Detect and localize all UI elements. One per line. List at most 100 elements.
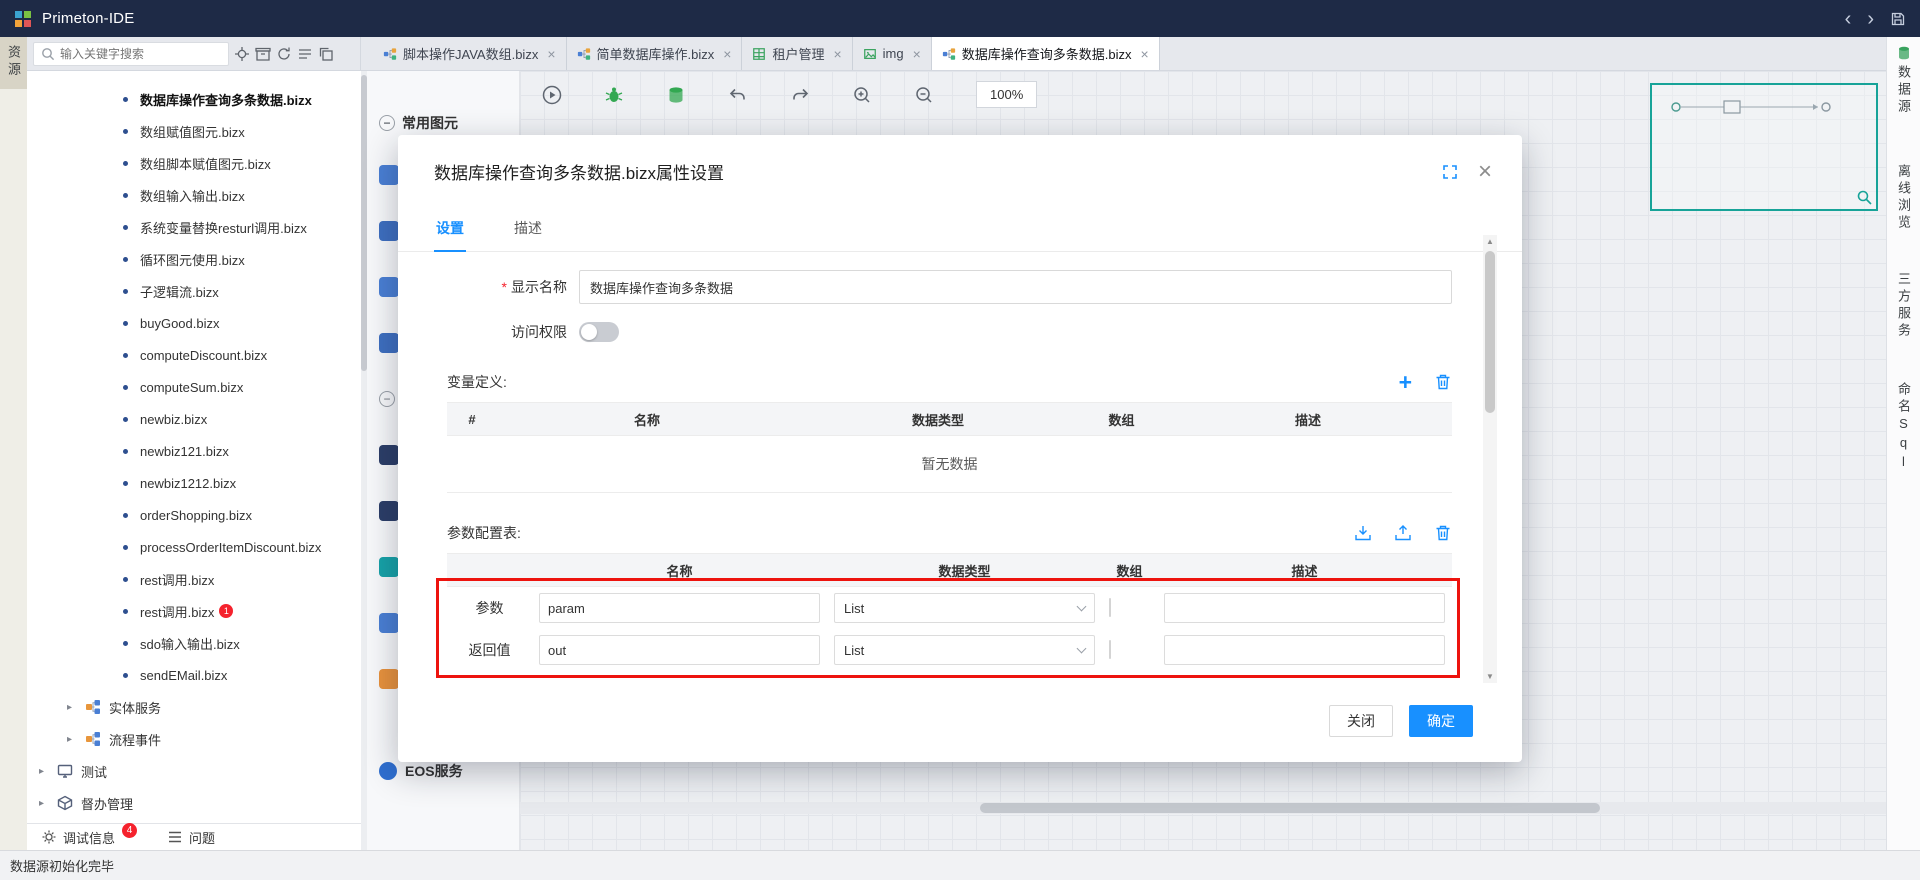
panel-tab-named-sql[interactable]: 命名Sql: [1894, 382, 1913, 473]
tree-group-supervision[interactable]: ▸ 督办管理: [27, 787, 361, 819]
scroll-down-icon[interactable]: ▼: [1483, 672, 1497, 681]
close-tab-icon[interactable]: ×: [833, 46, 841, 62]
tree-item[interactable]: 数据库操作查询多条数据.bizx: [27, 83, 361, 115]
display-name-input[interactable]: [579, 270, 1452, 304]
close-icon[interactable]: ×: [1478, 159, 1492, 183]
tab-img[interactable]: img ×: [853, 37, 932, 70]
param-name-input[interactable]: [539, 593, 820, 623]
history-forward-icon[interactable]: ›: [1867, 9, 1874, 29]
param-desc-input[interactable]: [1164, 593, 1445, 623]
tree-item[interactable]: orderShopping.bizx: [27, 499, 361, 531]
ok-button[interactable]: 确定: [1409, 705, 1473, 737]
panel-tab-offline-browse[interactable]: 离线浏览: [1894, 164, 1913, 232]
tree-item[interactable]: rest调用.bizx 1: [27, 595, 361, 627]
search-input[interactable]: [60, 46, 222, 61]
param-name-input[interactable]: [539, 635, 820, 665]
tree-item[interactable]: sdo输入输出.bizx: [27, 627, 361, 659]
export-icon[interactable]: [318, 46, 334, 62]
palette-item-icon: [379, 277, 399, 297]
close-tab-icon[interactable]: ×: [723, 46, 731, 62]
tab-tenant-mgmt[interactable]: 租户管理 ×: [742, 37, 853, 70]
scrollbar-thumb[interactable]: [980, 803, 1600, 813]
tree-item[interactable]: 数组赋值图元.bizx: [27, 115, 361, 147]
array-checkbox[interactable]: [1109, 640, 1111, 659]
archive-icon[interactable]: [255, 46, 271, 62]
tree-item[interactable]: sendEMail.bizx: [27, 659, 361, 691]
data-service-icon[interactable]: [666, 85, 686, 105]
dialog-tabs: 设置 描述: [398, 208, 1522, 252]
list-icon[interactable]: [297, 46, 313, 62]
close-button[interactable]: 关闭: [1329, 705, 1393, 737]
tab-db-query-multi[interactable]: 数据库操作查询多条数据.bizx ×: [931, 37, 1160, 70]
scroll-up-icon[interactable]: ▲: [1483, 237, 1497, 246]
left-rail: 资源: [0, 37, 27, 850]
tab-settings[interactable]: 设置: [434, 208, 466, 252]
access-toggle[interactable]: [579, 322, 619, 342]
tree-item[interactable]: processOrderItemDiscount.bizx: [27, 531, 361, 563]
add-variable-icon[interactable]: +: [1399, 370, 1412, 393]
tree-item[interactable]: 数组输入输出.bizx: [27, 179, 361, 211]
debug-icon[interactable]: [604, 85, 624, 105]
panel-tab-datasource[interactable]: 数据源: [1894, 45, 1913, 116]
tree-item[interactable]: rest调用.bizx: [27, 563, 361, 595]
tab-script-java-array[interactable]: 脚本操作JAVA数组.bizx ×: [373, 37, 567, 70]
cube-icon: [57, 795, 73, 811]
dialog-header: 数据库操作查询多条数据.bizx属性设置 ×: [398, 135, 1522, 184]
tree-item[interactable]: newbiz121.bizx: [27, 435, 361, 467]
magnifier-icon[interactable]: [1856, 189, 1873, 206]
tree-item[interactable]: computeSum.bizx: [27, 371, 361, 403]
dialog-scrollbar[interactable]: ▲ ▼: [1483, 235, 1497, 683]
save-icon[interactable]: [1890, 11, 1906, 27]
redo-icon[interactable]: [790, 85, 810, 105]
tree-group-entity-services[interactable]: ▸ 实体服务: [27, 691, 361, 723]
locate-icon[interactable]: [234, 46, 250, 62]
status-bar: 数据源初始化完毕: [0, 850, 1920, 880]
collapse-icon[interactable]: −: [379, 115, 395, 131]
tree-group-test[interactable]: ▸ 测试: [27, 755, 361, 787]
close-tab-icon[interactable]: ×: [1141, 46, 1149, 62]
export-icon[interactable]: [1394, 524, 1412, 542]
tree-item[interactable]: newbiz1212.bizx: [27, 467, 361, 499]
palette-section-eos[interactable]: EOS服务: [379, 761, 463, 781]
variables-section-header: 变量定义: +: [447, 370, 1452, 394]
tree-item[interactable]: computeDiscount.bizx: [27, 339, 361, 371]
tree-item[interactable]: 子逻辑流.bizx: [27, 275, 361, 307]
import-icon[interactable]: [1354, 524, 1372, 542]
zoom-out-icon[interactable]: [914, 85, 934, 105]
zoom-level[interactable]: 100%: [976, 81, 1038, 108]
eos-icon: [379, 762, 397, 780]
tree-item[interactable]: 循环图元使用.bizx: [27, 243, 361, 275]
refresh-icon[interactable]: [276, 46, 292, 62]
delete-variable-icon[interactable]: [1434, 373, 1452, 391]
zoom-in-icon[interactable]: [852, 85, 872, 105]
problems-tab[interactable]: 问题: [167, 828, 215, 847]
minimap[interactable]: [1650, 83, 1878, 211]
param-type-select[interactable]: List: [834, 635, 1095, 665]
scrollbar-thumb[interactable]: [361, 75, 367, 371]
tab-description[interactable]: 描述: [512, 208, 544, 251]
fullscreen-icon[interactable]: [1442, 164, 1458, 180]
palette-section-common[interactable]: − 常用图元: [367, 113, 519, 133]
array-checkbox[interactable]: [1109, 598, 1111, 617]
tree-item[interactable]: 数组脚本赋值图元.bizx: [27, 147, 361, 179]
tree-item[interactable]: buyGood.bizx: [27, 307, 361, 339]
param-desc-input[interactable]: [1164, 635, 1445, 665]
undo-icon[interactable]: [728, 85, 748, 105]
tree-group-process-events[interactable]: ▸ 流程事件: [27, 723, 361, 755]
resources-rail-tab[interactable]: 资源: [0, 37, 27, 89]
tree-item[interactable]: newbiz.bizx: [27, 403, 361, 435]
run-icon[interactable]: [542, 85, 562, 105]
canvas-horizontal-scrollbar[interactable]: [520, 802, 1886, 814]
panel-tab-third-party-services[interactable]: 三方服务: [1894, 272, 1913, 340]
tree-item-label: sendEMail.bizx: [140, 667, 228, 683]
close-tab-icon[interactable]: ×: [913, 46, 921, 62]
sidebar-scrollbar[interactable]: [361, 71, 367, 850]
delete-param-icon[interactable]: [1434, 524, 1452, 542]
tree-item[interactable]: 系统变量替换resturl调用.bizx: [27, 211, 361, 243]
tab-simple-db[interactable]: 简单数据库操作.bizx ×: [567, 37, 743, 70]
param-type-select[interactable]: List: [834, 593, 1095, 623]
history-back-icon[interactable]: ‹: [1845, 9, 1852, 29]
scrollbar-thumb[interactable]: [1485, 251, 1495, 413]
close-tab-icon[interactable]: ×: [547, 46, 555, 62]
debug-info-tab[interactable]: 调试信息 4: [41, 822, 138, 847]
